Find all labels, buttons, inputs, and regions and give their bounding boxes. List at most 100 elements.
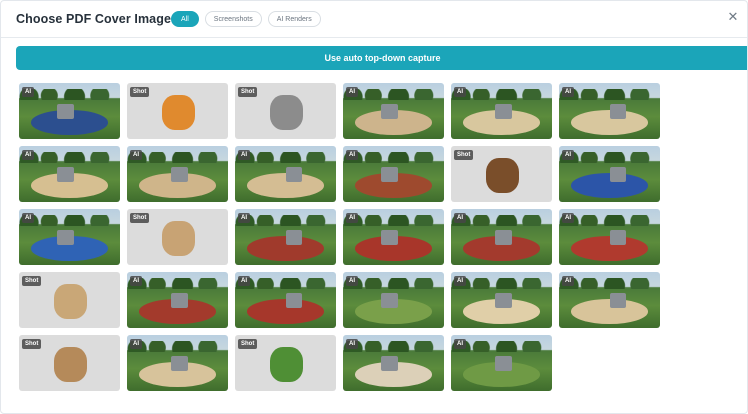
thumbnail-type-badge: AI (346, 276, 358, 286)
filter-all-chip[interactable]: All (171, 11, 199, 27)
ai-render-thumbnail[interactable]: AI (343, 146, 444, 202)
tree-line (343, 277, 444, 289)
thumbnail-type-badge: AI (562, 213, 574, 223)
ai-render-thumbnail[interactable]: AI (559, 83, 660, 139)
play-equipment (495, 356, 512, 371)
ai-render-thumbnail[interactable]: AI (559, 272, 660, 328)
auto-top-down-capture-button[interactable]: Use auto top-down capture (16, 46, 747, 70)
thumbnail-type-badge: Shot (238, 87, 258, 97)
play-equipment (381, 293, 398, 308)
ai-render-thumbnail[interactable]: AI (19, 209, 120, 265)
thumbnail-type-badge: AI (454, 276, 466, 286)
screenshot-thumbnail[interactable]: Shot (235, 335, 336, 391)
ai-render-thumbnail[interactable]: AI (127, 335, 228, 391)
screenshot-thumbnail[interactable]: Shot (451, 146, 552, 202)
play-equipment (381, 356, 398, 371)
ai-render-thumbnail[interactable]: AI (235, 272, 336, 328)
thumbnail-type-badge: AI (346, 87, 358, 97)
play-equipment (609, 293, 626, 308)
thumbnail-type-badge: AI (22, 87, 34, 97)
ai-render-thumbnail[interactable]: AI (235, 146, 336, 202)
ai-render-thumbnail[interactable]: AI (343, 83, 444, 139)
tree-line (19, 214, 120, 226)
thumbnail-type-badge: AI (238, 276, 250, 286)
thumbnail-type-badge: Shot (22, 276, 42, 286)
tree-line (343, 88, 444, 100)
thumbnail-type-badge: AI (130, 339, 142, 349)
play-equipment (609, 167, 626, 182)
thumbnail-type-badge: AI (238, 213, 250, 223)
thumbnail-type-badge: Shot (130, 213, 150, 223)
ai-render-thumbnail[interactable]: AI (343, 272, 444, 328)
model-preview (270, 347, 303, 383)
thumbnail-type-badge: Shot (22, 339, 42, 349)
ai-render-thumbnail[interactable]: AI (451, 83, 552, 139)
tree-line (451, 88, 552, 100)
thumbnail-type-badge: Shot (238, 339, 258, 349)
ai-render-thumbnail[interactable]: AI (451, 209, 552, 265)
tree-line (19, 151, 120, 163)
play-equipment (285, 230, 302, 245)
ai-render-thumbnail[interactable]: AI (343, 335, 444, 391)
thumbnail-type-badge: AI (346, 150, 358, 160)
filter-tabs: All Screenshots AI Renders (171, 11, 321, 27)
tree-line (235, 277, 336, 289)
ai-render-thumbnail[interactable]: AI (19, 146, 120, 202)
ai-render-thumbnail[interactable]: AI (451, 272, 552, 328)
screenshot-thumbnail[interactable]: Shot (235, 83, 336, 139)
thumbnail-type-badge: Shot (454, 150, 474, 160)
thumbnail-type-badge: AI (238, 150, 250, 160)
ai-render-thumbnail[interactable]: AI (559, 146, 660, 202)
tree-line (127, 340, 228, 352)
close-icon[interactable]: ✕ (726, 10, 740, 24)
tree-line (451, 214, 552, 226)
play-equipment (171, 293, 188, 308)
ai-render-thumbnail[interactable]: AI (235, 209, 336, 265)
screenshot-thumbnail[interactable]: Shot (19, 335, 120, 391)
model-preview (54, 347, 87, 383)
thumbnail-type-badge: AI (454, 339, 466, 349)
pdf-cover-modal: Choose PDF Cover Image All Screenshots A… (0, 0, 748, 414)
ai-render-thumbnail[interactable]: AI (19, 83, 120, 139)
thumbnail-type-badge: AI (562, 276, 574, 286)
filter-screenshots-chip[interactable]: Screenshots (204, 11, 262, 27)
ai-render-thumbnail[interactable]: AI (451, 335, 552, 391)
filter-ai-renders-chip[interactable]: AI Renders (267, 11, 321, 27)
thumbnail-type-badge: AI (346, 213, 358, 223)
play-equipment (381, 104, 398, 119)
model-preview (270, 95, 303, 131)
thumbnail-type-badge: AI (346, 339, 358, 349)
thumbnail-type-badge: AI (562, 87, 574, 97)
thumbnail-type-badge: AI (454, 87, 466, 97)
screenshot-thumbnail[interactable]: Shot (127, 83, 228, 139)
screenshot-thumbnail[interactable]: Shot (19, 272, 120, 328)
modal-header: Choose PDF Cover Image All Screenshots A… (1, 1, 747, 38)
play-equipment (171, 356, 188, 371)
play-equipment (57, 230, 74, 245)
thumbnail-type-badge: AI (22, 150, 34, 160)
play-equipment (609, 104, 626, 119)
image-grid: AI Shot Shot AI AI AI AI AI AI AI Shot AI AI Shot AI AI… (19, 83, 660, 391)
play-equipment (57, 104, 74, 119)
tree-line (451, 340, 552, 352)
model-preview (486, 158, 519, 194)
tree-line (127, 277, 228, 289)
play-equipment (381, 167, 398, 182)
thumbnail-type-badge: AI (22, 213, 34, 223)
ai-render-thumbnail[interactable]: AI (559, 209, 660, 265)
play-equipment (171, 167, 188, 182)
thumbnail-type-badge: AI (562, 150, 574, 160)
play-equipment (495, 293, 512, 308)
ai-render-thumbnail[interactable]: AI (343, 209, 444, 265)
play-equipment (495, 230, 512, 245)
ai-render-thumbnail[interactable]: AI (127, 272, 228, 328)
play-equipment (57, 167, 74, 182)
screenshot-thumbnail[interactable]: Shot (127, 209, 228, 265)
tree-line (235, 214, 336, 226)
ai-render-thumbnail[interactable]: AI (127, 146, 228, 202)
model-preview (54, 284, 87, 320)
tree-line (559, 277, 660, 289)
thumbnail-type-badge: AI (454, 213, 466, 223)
play-equipment (285, 167, 302, 182)
tree-line (343, 340, 444, 352)
